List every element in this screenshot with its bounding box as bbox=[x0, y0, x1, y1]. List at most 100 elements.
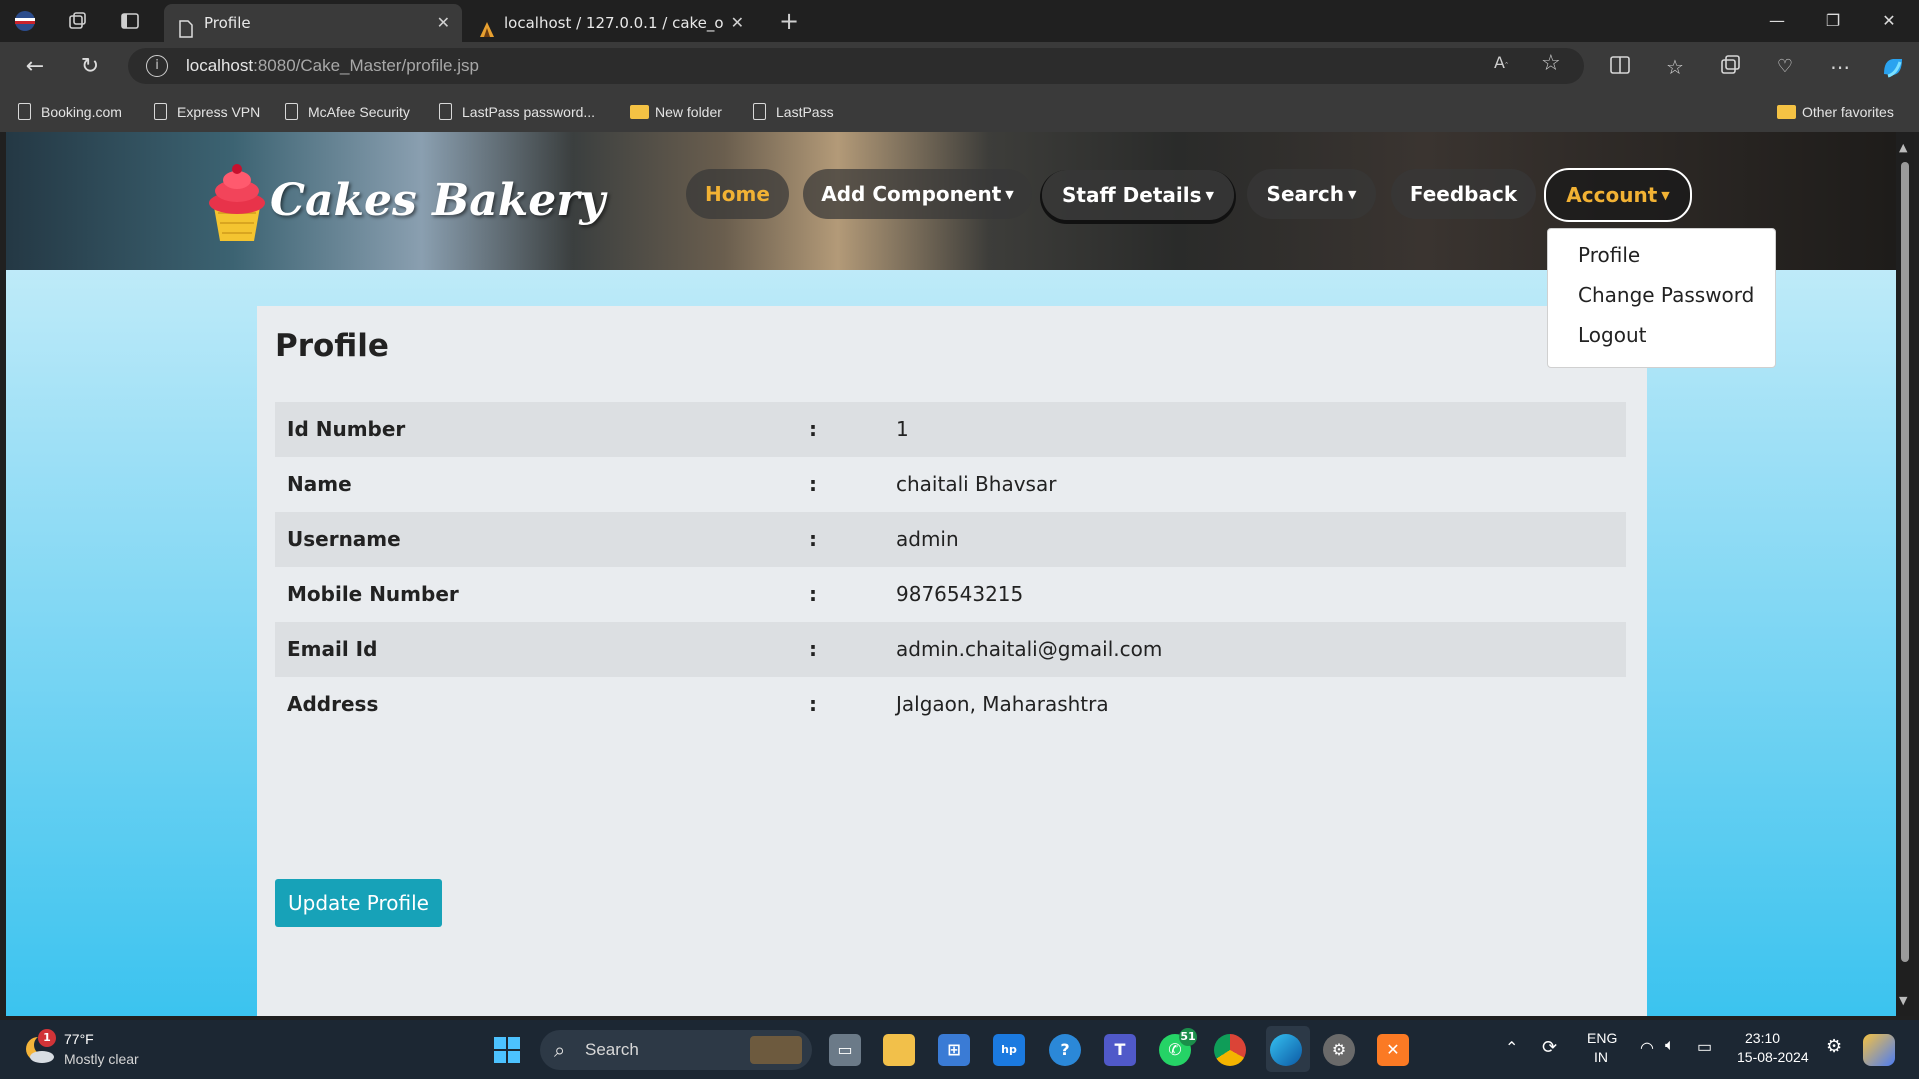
sync-icon[interactable]: ⟳ bbox=[1542, 1037, 1557, 1058]
weather-widget[interactable]: 1 bbox=[22, 1029, 58, 1067]
page-icon bbox=[154, 103, 167, 120]
site-info-icon[interactable]: i bbox=[146, 55, 168, 77]
field-label: Address bbox=[287, 692, 379, 716]
settings-gear-icon[interactable]: ⚙ bbox=[1323, 1034, 1355, 1066]
page-icon bbox=[753, 103, 766, 120]
workspaces-icon[interactable] bbox=[66, 10, 88, 32]
nav-staff-details[interactable]: Staff Details ▼ bbox=[1042, 170, 1234, 220]
menu-item-change-password[interactable]: Change Password bbox=[1578, 283, 1754, 307]
clock-time[interactable]: 23:10 bbox=[1745, 1030, 1780, 1046]
nav-label: Account bbox=[1566, 183, 1658, 207]
menu-item-logout[interactable]: Logout bbox=[1578, 323, 1646, 347]
battery-icon[interactable]: ▭ bbox=[1697, 1037, 1712, 1057]
page-title: Profile bbox=[275, 328, 389, 364]
collections-icon[interactable] bbox=[1717, 54, 1743, 80]
favorite-new-folder[interactable]: New folder bbox=[628, 92, 722, 132]
other-favorites[interactable]: Other favorites bbox=[1775, 92, 1894, 132]
search-highlight-image bbox=[750, 1036, 802, 1064]
menu-item-profile[interactable]: Profile bbox=[1578, 243, 1640, 267]
scroll-up-icon[interactable]: ▲ bbox=[1899, 141, 1907, 154]
language-bottom[interactable]: IN bbox=[1594, 1049, 1608, 1065]
tab-phpmyadmin[interactable]: localhost / 127.0.0.1 / cake_order ✕ bbox=[464, 4, 756, 42]
table-row: Id Number : 1 bbox=[275, 402, 1626, 457]
volume-icon[interactable]: 🔈︎ bbox=[1665, 1037, 1675, 1055]
nav-home-label: Home bbox=[705, 182, 770, 206]
brand-name: Cakes Bakery bbox=[270, 175, 606, 226]
caret-down-icon: ▼ bbox=[1661, 189, 1670, 202]
myhp-icon[interactable]: hp bbox=[993, 1034, 1025, 1066]
whatsapp-icon[interactable]: ✆ 51 bbox=[1159, 1028, 1197, 1066]
favorite-express-vpn[interactable]: Express VPN bbox=[150, 92, 260, 132]
field-value: chaitali Bhavsar bbox=[896, 472, 1057, 496]
close-tab-icon[interactable]: ✕ bbox=[437, 4, 450, 42]
scroll-down-icon[interactable]: ▼ bbox=[1899, 994, 1907, 1007]
close-window-icon[interactable]: ✕ bbox=[1874, 8, 1904, 34]
copilot-icon[interactable] bbox=[1880, 54, 1906, 80]
refresh-icon[interactable]: ↻ bbox=[75, 52, 105, 82]
help-icon[interactable]: ? bbox=[1049, 1034, 1081, 1066]
scroll-thumb[interactable] bbox=[1901, 162, 1909, 962]
update-profile-button[interactable]: Update Profile bbox=[275, 879, 442, 927]
tab-profile[interactable]: Profile ✕ bbox=[164, 4, 462, 42]
nav-add-component[interactable]: Add Component ▼ bbox=[803, 169, 1032, 219]
chrome-icon[interactable] bbox=[1214, 1034, 1246, 1066]
split-screen-icon[interactable] bbox=[1607, 54, 1633, 80]
favorite-label: Other favorites bbox=[1802, 104, 1894, 120]
profile-avatar-icon[interactable] bbox=[14, 10, 36, 32]
wifi-icon[interactable]: ◠ bbox=[1640, 1038, 1654, 1058]
taskbar-search[interactable]: ⌕ Search bbox=[540, 1030, 812, 1070]
favorite-lastpass[interactable]: LastPass bbox=[749, 92, 834, 132]
nav-account[interactable]: Account ▼ bbox=[1544, 168, 1692, 222]
windows-start-icon[interactable] bbox=[491, 1034, 523, 1066]
favorite-booking[interactable]: Booking.com bbox=[14, 92, 122, 132]
xampp-icon[interactable]: ✕ bbox=[1377, 1034, 1409, 1066]
restore-icon[interactable]: ❐ bbox=[1818, 8, 1848, 34]
separator: : bbox=[809, 472, 817, 496]
back-arrow-icon[interactable]: ← bbox=[20, 52, 50, 82]
field-label: Email Id bbox=[287, 637, 378, 661]
weather-badge: 1 bbox=[38, 1029, 56, 1047]
table-row: Mobile Number : 9876543215 bbox=[275, 567, 1626, 622]
minimize-icon[interactable]: — bbox=[1762, 8, 1792, 34]
favorite-star-icon[interactable]: ☆ bbox=[1541, 51, 1561, 76]
field-label: Id Number bbox=[287, 417, 406, 441]
favorite-mcafee[interactable]: McAfee Security bbox=[281, 92, 410, 132]
file-explorer-icon[interactable] bbox=[883, 1034, 915, 1066]
copilot-taskbar-icon[interactable] bbox=[1863, 1034, 1895, 1066]
phpmyadmin-icon bbox=[478, 14, 494, 37]
site-logo[interactable]: Cakes Bakery bbox=[204, 157, 605, 257]
favorite-label: McAfee Security bbox=[308, 104, 410, 120]
notifications-icon[interactable]: ⚙ bbox=[1826, 1036, 1842, 1057]
chevron-up-icon[interactable]: ⌃ bbox=[1505, 1038, 1518, 1058]
search-placeholder: Search bbox=[585, 1040, 639, 1059]
favorites-icon[interactable]: ☆ bbox=[1662, 54, 1688, 80]
field-label: Mobile Number bbox=[287, 582, 459, 606]
vertical-tabs-icon[interactable] bbox=[119, 10, 141, 32]
task-view-icon[interactable]: ▭ bbox=[829, 1034, 861, 1066]
new-tab-icon[interactable]: + bbox=[778, 9, 800, 33]
edge-icon[interactable] bbox=[1270, 1034, 1302, 1066]
field-value: 9876543215 bbox=[896, 582, 1024, 606]
page-icon bbox=[18, 103, 31, 120]
nav-feedback[interactable]: Feedback bbox=[1391, 169, 1536, 219]
more-menu-icon[interactable]: ⋯ bbox=[1827, 54, 1853, 80]
nav-search[interactable]: Search ▼ bbox=[1247, 169, 1376, 219]
url-field[interactable]: i localhost:8080/Cake_Master/profile.jsp… bbox=[128, 48, 1584, 84]
page-viewport: Cakes Bakery Home Add Component ▼ Staff D… bbox=[6, 132, 1896, 1016]
microsoft-store-icon[interactable]: ⊞ bbox=[938, 1034, 970, 1066]
page-scrollbar[interactable]: ▲ ▼ bbox=[1896, 132, 1914, 1016]
browser-essentials-icon[interactable]: ♡ bbox=[1772, 54, 1798, 80]
tab-title: localhost / 127.0.0.1 / cake_order bbox=[504, 14, 724, 32]
weather-desc: Mostly clear bbox=[64, 1051, 139, 1067]
folder-icon bbox=[1777, 105, 1796, 119]
language-top[interactable]: ENG bbox=[1587, 1030, 1617, 1046]
favorite-lastpass-password[interactable]: LastPass password... bbox=[435, 92, 595, 132]
account-dropdown-menu: Profile Change Password Logout bbox=[1547, 228, 1776, 368]
teams-icon[interactable]: T bbox=[1104, 1034, 1136, 1066]
table-row: Address : Jalgaon, Maharashtra bbox=[275, 677, 1626, 732]
clock-date[interactable]: 15-08-2024 bbox=[1737, 1049, 1809, 1065]
close-tab-icon[interactable]: ✕ bbox=[731, 4, 744, 42]
profile-panel: Profile Id Number : 1 Name : chaitali Bh… bbox=[257, 306, 1647, 1016]
nav-home[interactable]: Home bbox=[686, 169, 789, 219]
read-aloud-icon[interactable]: Aꞈ bbox=[1494, 53, 1508, 72]
